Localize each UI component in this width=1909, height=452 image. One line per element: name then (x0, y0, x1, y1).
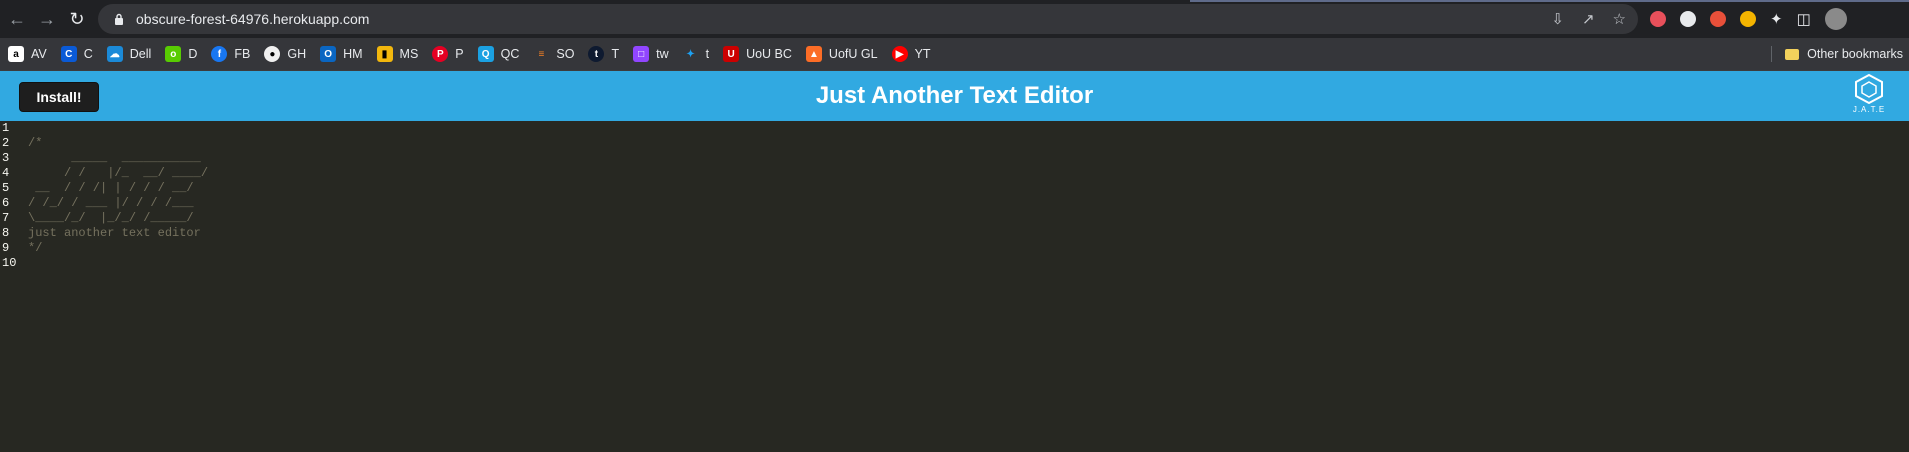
line-text[interactable]: __ / / /| | / / / __/ (28, 181, 193, 196)
tumblr-icon: t (588, 46, 605, 62)
line-text[interactable]: / / |/_ __/ ____/ (28, 166, 208, 181)
other-bookmarks[interactable]: Other bookmarks (1785, 47, 1903, 61)
line-text[interactable]: just another text editor (28, 226, 201, 241)
extension-icon[interactable] (1740, 11, 1756, 27)
bookmarks-divider (1771, 46, 1772, 62)
bookmarks-bar: a AV CC ☁ Dell oD f FB ● GH O HM ▮ MS PP Q QC ≡… (0, 38, 1909, 71)
browser-toolbar: ← → ↻ obscure-forest-64976.herokuapp.com… (0, 0, 1909, 38)
gitlab-icon: ▲ (805, 46, 822, 62)
lock-icon[interactable] (112, 12, 126, 26)
line-text[interactable]: \____/_/ |_/_/ /_____/ (28, 211, 194, 226)
twitch-icon: □ (633, 46, 650, 62)
bookmark-qc[interactable]: Q QC (477, 46, 519, 62)
editor-line[interactable]: 6 / /_/ / ___ |/ / / /___ (0, 196, 1909, 211)
line-number: 1 (2, 121, 10, 135)
line-number: 8 (2, 226, 10, 240)
bar-chart-icon: ▮ (376, 46, 393, 62)
url-text[interactable]: obscure-forest-64976.herokuapp.com (136, 11, 369, 27)
duolingo-icon: o (165, 46, 182, 62)
amazon-icon: a (8, 46, 24, 62)
line-text[interactable]: / /_/ / ___ |/ / / /___ (28, 196, 194, 211)
bookmark-twitter[interactable]: ✦ t (683, 46, 709, 62)
line-number: 10 (2, 256, 17, 270)
extensions-puzzle-icon[interactable]: ✦ (1770, 10, 1783, 28)
editor-line[interactable]: 4 / / |/_ __/ ____/ (0, 166, 1909, 181)
pinterest-icon: P (432, 46, 449, 62)
page-title: Just Another Text Editor (815, 82, 1094, 109)
editor-line[interactable]: 10 (0, 256, 1909, 271)
logo-text: J.A.T.E (1852, 105, 1886, 114)
bookmark-p[interactable]: PP (432, 46, 464, 62)
extension-icon[interactable] (1710, 11, 1726, 27)
code-editor[interactable]: 1 2 /* 3 _____ ___________ 4 / / |/_ __/ … (0, 121, 1909, 452)
side-panel-icon[interactable]: ◫ (1797, 10, 1811, 28)
editor-line[interactable]: 1 (0, 121, 1909, 136)
bookmark-so[interactable]: ≡ SO (533, 46, 574, 62)
editor-line[interactable]: 2 /* (0, 136, 1909, 151)
bookmark-dell[interactable]: ☁ Dell (106, 46, 151, 62)
qc-icon: Q (477, 46, 494, 62)
cloud-icon: ☁ (106, 46, 123, 62)
bookmark-gh[interactable]: ● GH (264, 46, 306, 62)
youtube-icon: ▶ (891, 46, 908, 62)
bookmark-ms[interactable]: ▮ MS (376, 46, 418, 62)
github-icon: ● (264, 46, 281, 62)
bookmark-yt[interactable]: ▶ YT (891, 46, 931, 62)
outlook-icon: O (320, 46, 337, 62)
facebook-icon: f (211, 46, 228, 62)
app-header: Install! Just Another Text Editor J.A.T.… (0, 71, 1909, 121)
bookmark-d[interactable]: oD (165, 46, 197, 62)
forward-icon[interactable]: → (32, 4, 62, 34)
line-number: 5 (2, 181, 10, 195)
extension-icon[interactable] (1680, 11, 1696, 27)
editor-line[interactable]: 3 _____ ___________ (0, 151, 1909, 166)
line-text[interactable]: */ (28, 241, 42, 256)
line-number: 2 (2, 136, 10, 150)
bookmark-c[interactable]: CC (60, 46, 93, 62)
app-logo: J.A.T.E (1849, 74, 1889, 114)
c-site-icon: C (60, 46, 77, 62)
bookmark-star-icon[interactable]: ☆ (1613, 10, 1626, 28)
window-accent-line (1190, 0, 1909, 2)
bookmark-uou-bc[interactable]: U UoU BC (723, 46, 792, 62)
share-icon[interactable]: ↗ (1582, 10, 1595, 28)
editor-line[interactable]: 7 \____/_/ |_/_/ /_____/ (0, 211, 1909, 226)
line-text[interactable]: /* (28, 136, 42, 151)
line-number: 3 (2, 151, 10, 165)
install-button[interactable]: Install! (19, 82, 99, 112)
line-number: 6 (2, 196, 10, 210)
editor-line[interactable]: 8 just another text editor (0, 226, 1909, 241)
bookmark-t[interactable]: tT (588, 46, 619, 62)
line-number: 7 (2, 211, 10, 225)
editor-line[interactable]: 5 __ / / /| | / / / __/ (0, 181, 1909, 196)
editor-line[interactable]: 9 */ (0, 241, 1909, 256)
line-number: 4 (2, 166, 10, 180)
stackoverflow-icon: ≡ (538, 48, 545, 60)
bookmark-tw[interactable]: □ tw (633, 46, 669, 62)
jate-logo-icon (1855, 74, 1883, 104)
address-bar[interactable]: obscure-forest-64976.herokuapp.com ⇩ ↗ ☆ (98, 4, 1638, 34)
twitter-icon: ✦ (686, 48, 695, 60)
folder-icon (1785, 48, 1800, 60)
bookmark-uofu-gl[interactable]: ▲ UofU GL (805, 46, 878, 62)
line-text[interactable]: _____ ___________ (28, 151, 201, 166)
bookmark-fb[interactable]: f FB (211, 46, 250, 62)
shield-icon: U (723, 46, 740, 62)
line-number: 9 (2, 241, 10, 255)
bookmark-av[interactable]: a AV (8, 46, 47, 62)
back-icon[interactable]: ← (2, 4, 32, 34)
reload-icon[interactable]: ↻ (62, 4, 92, 34)
install-app-icon[interactable]: ⇩ (1551, 10, 1564, 28)
profile-avatar[interactable] (1824, 8, 1847, 30)
extension-icon[interactable] (1650, 11, 1666, 27)
bookmark-hm[interactable]: O HM (320, 46, 363, 62)
